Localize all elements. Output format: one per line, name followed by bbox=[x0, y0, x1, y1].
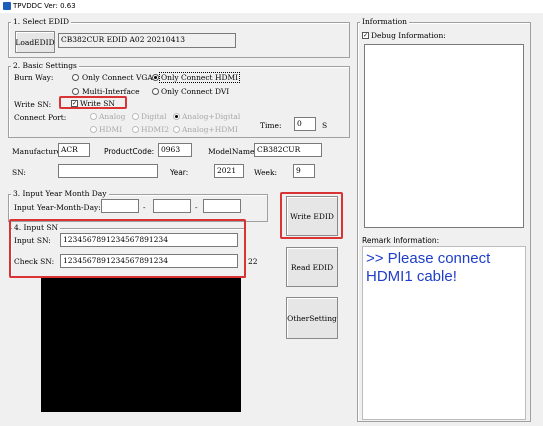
partial-text: 22 bbox=[248, 257, 258, 266]
port-analog-radio[interactable] bbox=[90, 113, 97, 120]
information-legend: Information bbox=[360, 17, 410, 26]
sn-field[interactable] bbox=[58, 164, 158, 178]
ymd-month-input[interactable] bbox=[153, 199, 191, 213]
radio-multi-interface[interactable] bbox=[72, 88, 79, 95]
select-edid-legend: 1. Select EDID bbox=[11, 17, 72, 26]
connect-port-label: Connect Port: bbox=[14, 113, 67, 122]
model-name-label: ModelName: bbox=[208, 147, 257, 156]
debug-label: Debug Information: bbox=[371, 31, 446, 40]
port-hdmi2-label: HDMI2 bbox=[141, 125, 169, 134]
year-field[interactable]: 2021 bbox=[214, 164, 244, 178]
radio-only-dvi-label: Only Connect DVI bbox=[161, 87, 230, 96]
write-sn-highlight bbox=[59, 96, 127, 109]
write-edid-highlight bbox=[280, 192, 343, 239]
model-name-field[interactable]: CB382CUR bbox=[254, 143, 322, 157]
radio-only-vga[interactable] bbox=[72, 74, 79, 81]
radio-only-hdmi-label: Only Connect HDMI bbox=[159, 72, 241, 83]
port-digital-label: Digital bbox=[141, 112, 167, 121]
input-ymd-label: Input Year-Month-Day: bbox=[14, 203, 101, 212]
time-input[interactable]: 0 bbox=[294, 117, 316, 131]
port-analog-hdmi-label: Analog+HDMI bbox=[182, 125, 238, 134]
port-analog-label: Analog bbox=[99, 112, 126, 121]
read-edid-button[interactable]: Read EDID bbox=[286, 247, 338, 287]
port-analog-digital-label: Analog+Digital bbox=[182, 112, 241, 121]
time-label: Time: bbox=[260, 121, 282, 130]
ymd-sep-1: - bbox=[143, 203, 146, 212]
product-code-label: ProductCode: bbox=[104, 147, 155, 156]
radio-only-hdmi[interactable] bbox=[152, 74, 159, 81]
radio-only-dvi[interactable] bbox=[152, 88, 159, 95]
debug-checkbox[interactable]: ✓ bbox=[362, 32, 369, 39]
window-title: TPVDDC Ver: 0.63 bbox=[13, 2, 76, 10]
port-digital-radio[interactable] bbox=[132, 113, 139, 120]
manufacture-label: Manufacture: bbox=[12, 147, 64, 156]
input-ymd-legend: 3. Input Year Month Day bbox=[11, 189, 109, 198]
port-hdmi-label: HDMI bbox=[99, 125, 123, 134]
manufacture-field[interactable]: ACR bbox=[58, 143, 90, 157]
ymd-year-input[interactable] bbox=[101, 199, 139, 213]
port-analog-digital-radio[interactable] bbox=[173, 113, 180, 120]
port-hdmi2-radio[interactable] bbox=[132, 126, 139, 133]
remark-text: >> Please connect HDMI1 cable! bbox=[366, 250, 491, 285]
time-unit: S bbox=[322, 121, 328, 130]
year-label: Year: bbox=[170, 168, 189, 177]
app-icon bbox=[3, 2, 11, 10]
radio-only-vga-label: Only Connect VGA bbox=[82, 73, 153, 82]
port-analog-hdmi-radio[interactable] bbox=[173, 126, 180, 133]
ymd-day-input[interactable] bbox=[203, 199, 241, 213]
edid-name-field: CB382CUR EDID A02 20210413 bbox=[58, 33, 236, 48]
other-setting-button[interactable]: OtherSetting bbox=[286, 297, 338, 339]
debug-log-area[interactable] bbox=[364, 44, 524, 228]
remark-area: >> Please connect HDMI1 cable! bbox=[362, 246, 526, 420]
radio-multi-interface-label: Multi-Interface bbox=[82, 87, 140, 96]
input-sn-highlight bbox=[9, 219, 246, 278]
load-edid-button[interactable]: LoadEDID bbox=[15, 31, 55, 53]
week-field[interactable]: 9 bbox=[293, 164, 315, 178]
title-bar: TPVDDC Ver: 0.63 bbox=[0, 0, 543, 13]
status-panel bbox=[41, 278, 241, 412]
remark-label: Remark Information: bbox=[362, 236, 440, 245]
week-label: Week: bbox=[254, 168, 278, 177]
port-hdmi-radio[interactable] bbox=[90, 126, 97, 133]
basic-settings-legend: 2. Basic Settings bbox=[11, 61, 79, 70]
write-sn-label: Write SN: bbox=[14, 100, 52, 109]
ymd-sep-2: - bbox=[195, 203, 198, 212]
product-code-field[interactable]: 0963 bbox=[158, 143, 192, 157]
sn-label: SN: bbox=[12, 168, 26, 177]
burn-way-label: Burn Way: bbox=[14, 73, 54, 82]
